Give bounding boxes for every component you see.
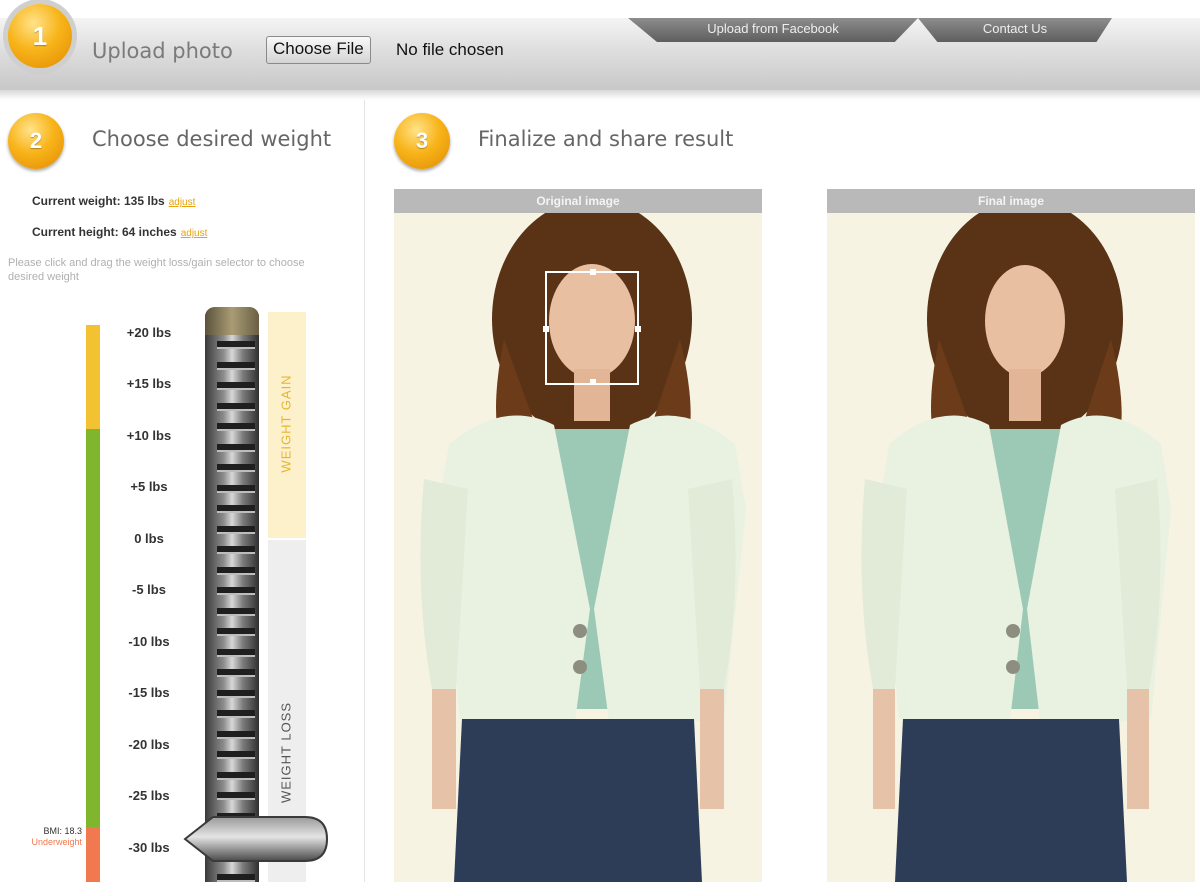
face-box-handle[interactable] — [635, 326, 641, 332]
scale-label: +15 lbs — [126, 376, 172, 391]
slider-tick — [217, 566, 255, 575]
final-image-title: Final image — [827, 189, 1195, 213]
adjust-weight-link[interactable]: adjust — [169, 197, 196, 208]
weight-loss-label: WEIGHT LOSS — [278, 701, 294, 804]
bmi-color-bar — [86, 325, 100, 882]
slider-tick — [217, 628, 255, 636]
step-3-badge-icon: 3 — [394, 113, 450, 169]
current-weight: Current weight: 135 lbs adjust — [32, 194, 195, 208]
slider-tick — [217, 402, 255, 411]
header-shadow — [0, 90, 1200, 100]
step-1-badge-icon: 1 — [8, 4, 72, 68]
slider-arrow-handle-icon[interactable] — [183, 813, 329, 865]
instructions-text: Please click and drag the weight loss/ga… — [8, 257, 305, 283]
face-detection-box[interactable] — [543, 269, 641, 385]
slider-tick — [217, 792, 255, 800]
bmi-underweight-segment — [86, 827, 100, 882]
step-1-title: Upload photo — [92, 39, 233, 63]
face-box-handle[interactable] — [543, 326, 549, 332]
slider-tick — [217, 341, 255, 349]
current-weight-text: Current weight: 135 lbs — [32, 194, 165, 208]
current-height: Current height: 64 inches adjust — [32, 225, 207, 239]
slider-tick — [217, 730, 255, 739]
step-2-badge-icon: 2 — [8, 113, 64, 169]
slider-tick — [217, 607, 255, 616]
weight-slider-track[interactable] — [205, 307, 259, 882]
slider-tick — [217, 669, 255, 677]
slider-tick — [217, 771, 255, 780]
slider-tick — [217, 423, 255, 431]
bmi-overweight-segment — [86, 325, 100, 429]
slider-tick — [217, 546, 255, 554]
slider-track-cap — [205, 307, 259, 335]
slider-tick — [217, 710, 255, 718]
slider-tick — [217, 443, 255, 452]
step-3-title: Finalize and share result — [478, 127, 734, 151]
panel-divider — [364, 100, 365, 882]
slider-tick — [217, 382, 255, 390]
face-box-handle[interactable] — [590, 379, 596, 385]
final-person-photo — [861, 199, 1171, 882]
scale-label: -20 lbs — [128, 737, 170, 752]
scale-label: -15 lbs — [128, 685, 170, 700]
slider-tick — [217, 361, 255, 370]
adjust-height-link[interactable]: adjust — [181, 228, 208, 239]
slider-tick — [217, 874, 255, 882]
original-image-title: Original image — [394, 189, 762, 213]
choose-file-button[interactable]: Choose File — [266, 36, 371, 64]
slider-tick — [217, 648, 255, 657]
final-image-panel: Final image — [827, 189, 1195, 882]
scale-label: +20 lbs — [126, 325, 172, 340]
weight-gain-label: WEIGHT GAIN — [278, 374, 294, 473]
slider-tick — [217, 751, 255, 759]
header-tabs: Upload from Facebook Contact Us — [628, 18, 1112, 42]
tab-upload-facebook-label: Upload from Facebook — [707, 21, 839, 36]
slider-tick — [217, 689, 255, 698]
tab-contact-us[interactable]: Contact Us — [918, 18, 1112, 42]
scale-label: -10 lbs — [128, 634, 170, 649]
scale-label: 0 lbs — [134, 531, 164, 546]
tab-upload-facebook[interactable]: Upload from Facebook — [628, 18, 918, 42]
slider-tick — [217, 484, 255, 493]
slider-tick — [217, 587, 255, 595]
bmi-value: BMI: 18.3 — [43, 826, 82, 836]
slider-tick — [217, 525, 255, 534]
scale-label: +5 lbs — [130, 479, 168, 494]
bmi-category: Underweight — [31, 837, 82, 847]
scale-label: -30 lbs — [128, 840, 170, 855]
bmi-normal-segment — [86, 429, 100, 827]
tab-contact-us-label: Contact Us — [982, 21, 1048, 36]
scale-label: -5 lbs — [132, 582, 166, 597]
bmi-readout: BMI: 18.3 Underweight — [8, 826, 82, 848]
slider-tick — [217, 505, 255, 513]
face-box-handle[interactable] — [590, 269, 596, 275]
step-2-title: Choose desired weight — [92, 127, 332, 151]
scale-label: -25 lbs — [128, 788, 170, 803]
original-image-panel: Original image — [394, 189, 762, 882]
current-height-text: Current height: 64 inches — [32, 225, 177, 239]
scale-label: +10 lbs — [126, 428, 172, 443]
slider-tick — [217, 464, 255, 472]
file-status-text: No file chosen — [396, 40, 504, 59]
